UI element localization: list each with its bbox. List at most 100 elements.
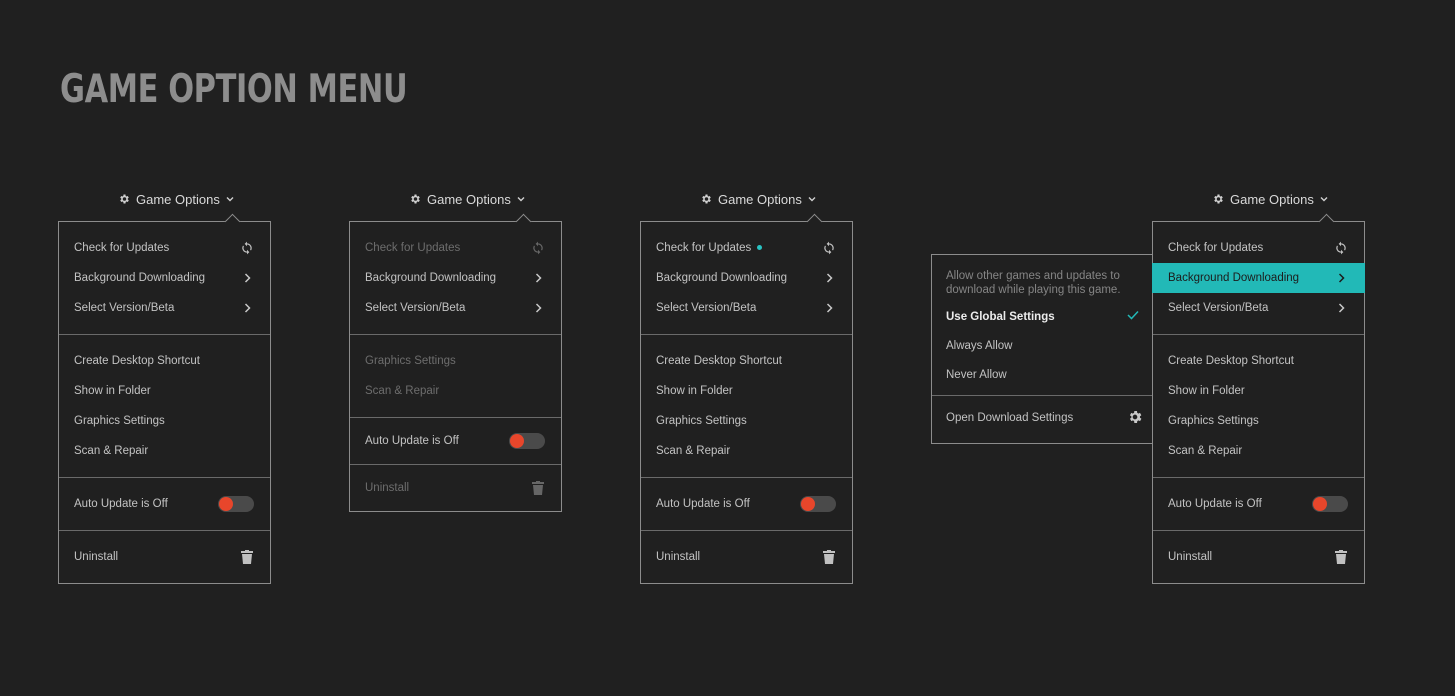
game-options-button[interactable]: Game Options [409,189,525,209]
game-options-menu: Check for Updates Background Downloading… [640,213,853,584]
create-desktop-shortcut-label: Create Desktop Shortcut [1168,355,1294,367]
graphics-settings-item[interactable]: Graphics Settings [1153,406,1364,436]
toggle-knob [219,497,233,511]
option-label: Always Allow [946,339,1013,352]
game-options-button[interactable]: Game Options [700,189,816,209]
trash-icon [240,550,254,564]
open-download-settings-item[interactable]: Open Download Settings [932,396,1153,440]
gear-icon [1127,409,1143,428]
toggle-knob [801,497,815,511]
check-for-updates-label: Check for Updates [1168,242,1264,254]
check-for-updates-item[interactable]: Check for Updates [641,233,852,263]
refresh-icon [1334,241,1348,255]
menu-section-auto-update: Auto Update is Off [59,478,270,531]
select-version-item[interactable]: Select Version/Beta [59,293,270,323]
chevron-right-icon [1334,271,1348,285]
trash-icon [531,481,545,495]
scan-repair-label: Scan & Repair [1168,445,1243,457]
chevron-right-icon [531,301,545,315]
menu-section-tools: Create Desktop Shortcut Show in Folder G… [641,335,852,478]
chevron-right-icon [240,271,254,285]
auto-update-item: Auto Update is Off [59,489,270,519]
chevron-down-icon [1320,196,1328,202]
chevron-right-icon [1334,301,1348,315]
chevron-down-icon [808,196,816,202]
graphics-settings-item[interactable]: Graphics Settings [641,406,852,436]
show-in-folder-item[interactable]: Show in Folder [1153,376,1364,406]
select-version-item[interactable]: Select Version/Beta [1153,293,1364,323]
uninstall-item[interactable]: Uninstall [59,542,270,572]
background-downloading-item[interactable]: Background Downloading [641,263,852,293]
scan-repair-item[interactable]: Scan & Repair [1153,436,1364,466]
background-downloading-item[interactable]: Background Downloading [350,263,561,293]
game-options-label: Game Options [1230,191,1314,207]
toggle-knob [1313,497,1327,511]
auto-update-label: Auto Update is Off [365,435,459,447]
scan-repair-item: Scan & Repair [350,376,561,406]
auto-update-toggle[interactable] [1312,496,1348,512]
scan-repair-label: Scan & Repair [365,385,440,397]
check-for-updates-item[interactable]: Check for Updates [59,233,270,263]
uninstall-item[interactable]: Uninstall [641,542,852,572]
option-always-allow[interactable]: Always Allow [932,331,1153,360]
gear-icon [700,193,712,205]
refresh-icon [240,241,254,255]
menu-section-tools: Graphics Settings Scan & Repair [350,335,561,418]
auto-update-item: Auto Update is Off [641,489,852,519]
menu-section-tools: Create Desktop Shortcut Show in Folder G… [59,335,270,478]
page-title: GAME OPTION MENU [60,67,408,112]
game-options-menu: Check for Updates Background Downloading… [1152,213,1365,584]
option-never-allow[interactable]: Never Allow [932,360,1153,389]
show-in-folder-item[interactable]: Show in Folder [641,376,852,406]
graphics-settings-label: Graphics Settings [656,415,747,427]
create-desktop-shortcut-item[interactable]: Create Desktop Shortcut [641,346,852,376]
background-downloading-item[interactable]: Background Downloading [59,263,270,293]
chevron-right-icon [531,271,545,285]
menu-section-updates: Check for Updates Background Downloading… [641,222,852,335]
refresh-icon [822,241,836,255]
select-version-item[interactable]: Select Version/Beta [350,293,561,323]
create-desktop-shortcut-item[interactable]: Create Desktop Shortcut [1153,346,1364,376]
graphics-settings-item: Graphics Settings [350,346,561,376]
trash-icon [822,550,836,564]
gear-icon [409,193,421,205]
create-desktop-shortcut-item[interactable]: Create Desktop Shortcut [59,346,270,376]
graphics-settings-item[interactable]: Graphics Settings [59,406,270,436]
background-downloading-label: Background Downloading [656,272,788,284]
check-for-updates-item[interactable]: Check for Updates [1153,233,1364,263]
check-for-updates-label: Check for Updates [365,242,461,254]
gear-icon [118,193,130,205]
menu-section-auto-update: Auto Update is Off [1153,478,1364,531]
game-options-label: Game Options [718,191,802,207]
scan-repair-label: Scan & Repair [74,445,149,457]
background-downloading-label: Background Downloading [365,272,497,284]
menu-section-tools: Create Desktop Shortcut Show in Folder G… [1153,335,1364,478]
show-in-folder-item[interactable]: Show in Folder [59,376,270,406]
game-options-label: Game Options [427,191,511,207]
game-options-menu: Check for Updates Background Downloading… [58,213,271,584]
auto-update-label: Auto Update is Off [1168,498,1262,510]
game-options-button[interactable]: Game Options [1212,189,1328,209]
submenu-description: Allow other games and updates to downloa… [946,270,1121,296]
auto-update-label: Auto Update is Off [656,498,750,510]
auto-update-toggle[interactable] [509,433,545,449]
uninstall-item[interactable]: Uninstall [1153,542,1364,572]
game-options-button[interactable]: Game Options [118,189,234,209]
select-version-label: Select Version/Beta [1168,302,1269,314]
option-label: Use Global Settings [946,310,1055,323]
scan-repair-item[interactable]: Scan & Repair [59,436,270,466]
background-downloading-label: Background Downloading [1168,272,1300,284]
auto-update-toggle[interactable] [218,496,254,512]
select-version-item[interactable]: Select Version/Beta [641,293,852,323]
option-use-global-settings[interactable]: Use Global Settings [932,302,1153,331]
auto-update-toggle[interactable] [800,496,836,512]
auto-update-item: Auto Update is Off [350,426,561,456]
uninstall-label: Uninstall [656,551,701,563]
scan-repair-item[interactable]: Scan & Repair [641,436,852,466]
gear-icon [1212,193,1224,205]
background-downloading-item[interactable]: Background Downloading [1152,263,1365,293]
select-version-label: Select Version/Beta [74,302,175,314]
submenu-options: Use Global Settings Always Allow Never A… [932,297,1153,396]
game-options-menu: Check for Updates Background Downloading… [349,213,562,512]
refresh-icon [531,241,545,255]
